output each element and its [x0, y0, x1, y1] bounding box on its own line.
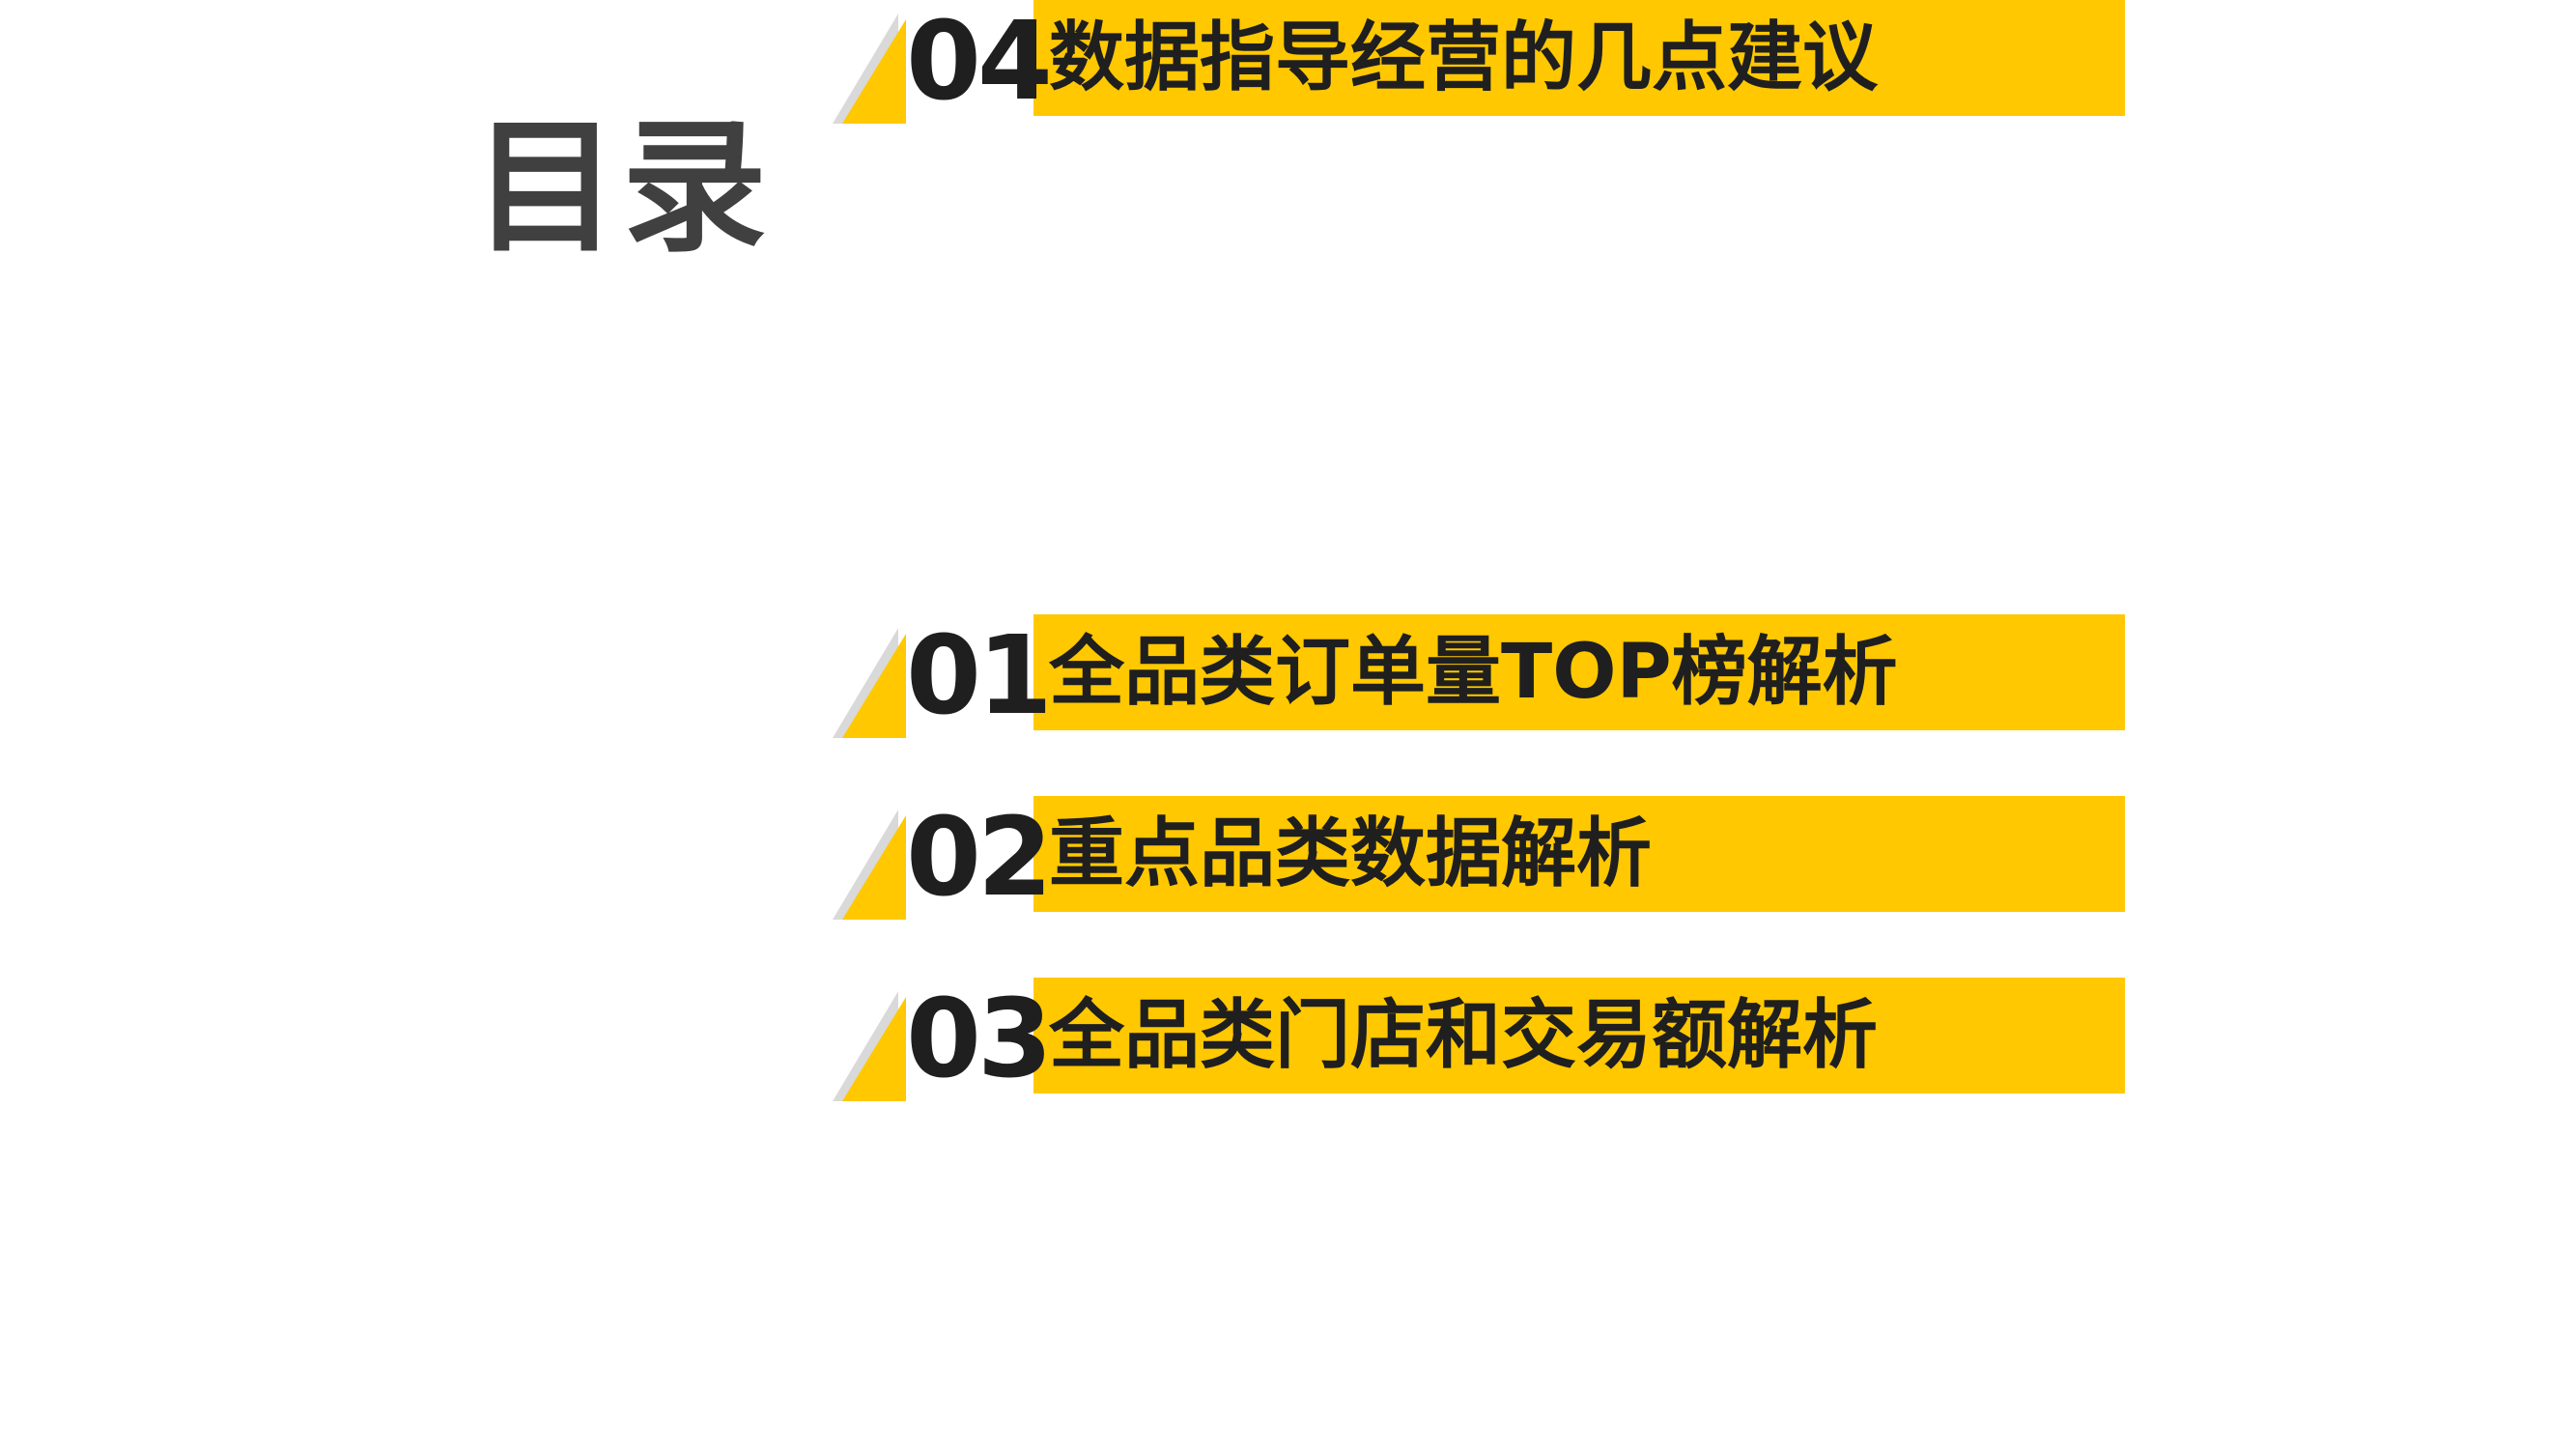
page-title: 目录: [473, 104, 772, 272]
item-number: 04: [906, 0, 1053, 125]
corner-triangle-decoration: [833, 991, 906, 1101]
item-label: 全品类门店和交易额解析: [1049, 992, 1879, 1079]
item-label: 全品类订单量TOP榜解析: [1049, 629, 1898, 716]
item-label: 重点品类数据解析: [1049, 810, 1653, 897]
toc-item-04[interactable]: 04 数据指导经营的几点建议: [831, 0, 2279, 126]
item-number: 03: [906, 977, 1053, 1102]
toc-item-03[interactable]: 03 全品类门店和交易额解析: [831, 978, 2279, 1103]
item-number: 01: [906, 613, 1053, 739]
corner-triangle-decoration: [833, 628, 906, 738]
item-label: 数据指导经营的几点建议: [1049, 14, 1879, 101]
item-number: 02: [906, 795, 1053, 921]
toc-item-02[interactable]: 02 重点品类数据解析: [831, 796, 2279, 922]
toc-item-01[interactable]: 01 全品类订单量TOP榜解析: [831, 614, 2279, 740]
corner-triangle-decoration: [833, 810, 906, 920]
corner-triangle-decoration: [833, 14, 906, 124]
